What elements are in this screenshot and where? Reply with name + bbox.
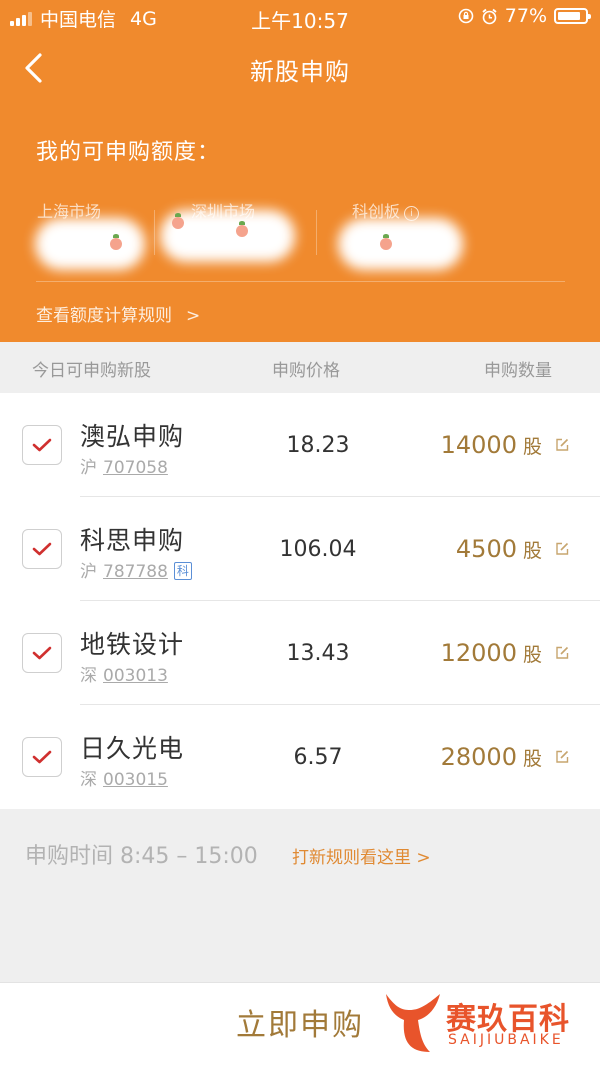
page-title: 新股申购 [250, 58, 350, 86]
stock-code-link[interactable]: 003015 [103, 770, 168, 790]
divider [316, 210, 317, 255]
redacted-quota-star [338, 218, 463, 270]
watermark-pinyin: SAIJIUBAIKE [448, 1032, 564, 1048]
stock-name: 科思申购 [80, 526, 185, 555]
stock-name: 日久光电 [80, 734, 185, 763]
edit-icon[interactable] [554, 645, 570, 661]
ipo-quantity[interactable]: 28000 股 [441, 743, 542, 771]
quota-rule-link[interactable]: 查看额度计算规则 > [36, 301, 200, 326]
ipo-quantity[interactable]: 14000 股 [441, 431, 542, 459]
chevron-right-icon: > [186, 306, 201, 326]
stock-name: 地铁设计 [80, 630, 185, 659]
subscription-time: 申购时间 8:45 – 15:00 [25, 844, 258, 869]
select-checkbox[interactable] [22, 529, 62, 569]
column-header-stock: 今日可申购新股 [32, 361, 151, 381]
stock-name: 澳弘申购 [80, 422, 185, 451]
ipo-price: 6.57 [293, 745, 343, 770]
ipo-quantity[interactable]: 12000 股 [441, 639, 542, 667]
ipo-row: 科思申购 沪 787788 科 106.04 4500 股 [0, 497, 600, 601]
stock-meta: 沪 707058 [80, 453, 168, 478]
column-header-quantity: 申购数量 [484, 361, 552, 381]
check-icon [32, 750, 52, 764]
battery-icon [554, 8, 591, 24]
market-tag: 深 [80, 666, 97, 686]
peach-sticker-icon [172, 213, 184, 229]
quantity-value: 14000 [440, 431, 517, 459]
quota-rule-link-label: 查看额度计算规则 [36, 306, 172, 326]
market-tag: 深 [80, 770, 97, 790]
divider [154, 210, 155, 255]
quantity-unit: 股 [522, 436, 542, 458]
stock-code-link[interactable]: 707058 [103, 458, 168, 478]
check-icon [32, 542, 52, 556]
redacted-quota-shanghai [35, 218, 145, 270]
ipo-list: 澳弘申购 沪 707058 18.23 14000 股 科思申购 沪 787788 科 … [0, 393, 600, 809]
divider [36, 281, 565, 282]
quantity-value: 4500 [455, 535, 517, 563]
peach-sticker-icon [380, 234, 392, 250]
ipo-row: 日久光电 深 003015 6.57 28000 股 [0, 705, 600, 809]
stock-meta: 深 003013 [80, 661, 168, 686]
peach-sticker-icon [110, 234, 122, 250]
ipo-price: 106.04 [279, 537, 357, 562]
select-checkbox[interactable] [22, 737, 62, 777]
peach-sticker-icon [236, 221, 248, 237]
quantity-unit: 股 [522, 748, 542, 770]
ipo-quantity[interactable]: 4500 股 [456, 535, 542, 563]
watermark-logo: 赛玖百科 SAIJIUBAIKE [382, 986, 592, 1062]
alarm-icon [482, 8, 497, 24]
ipo-row: 澳弘申购 沪 707058 18.23 14000 股 [0, 393, 600, 497]
market-tag: 沪 [80, 458, 97, 478]
quantity-unit: 股 [522, 540, 542, 562]
select-checkbox[interactable] [22, 633, 62, 673]
ipo-rule-link[interactable]: 打新规则看这里 > [292, 843, 431, 868]
ipo-price: 13.43 [286, 641, 350, 666]
stock-code-link[interactable]: 003013 [103, 666, 168, 686]
ipo-row: 地铁设计 深 003013 13.43 12000 股 [0, 601, 600, 705]
ipo-price: 18.23 [286, 433, 350, 458]
stock-meta: 深 003015 [80, 765, 168, 790]
apply-now-button[interactable]: 立即申购 [200, 983, 400, 1068]
header: 中国电信 4G 上午10:57 77% 新股申购 我的可申购额度： 上海市场 深… [0, 0, 600, 342]
rotation-lock-icon [458, 8, 474, 24]
quantity-unit: 股 [522, 644, 542, 666]
star-market-badge: 科 [173, 562, 192, 580]
select-checkbox[interactable] [22, 425, 62, 465]
check-icon [32, 438, 52, 452]
check-icon [32, 646, 52, 660]
quantity-value: 12000 [440, 639, 517, 667]
edit-icon[interactable] [554, 541, 570, 557]
edit-icon[interactable] [554, 437, 570, 453]
market-tag: 沪 [80, 562, 97, 582]
status-bar: 中国电信 4G 上午10:57 77% [0, 0, 600, 34]
stock-meta: 沪 787788 科 [80, 557, 192, 582]
quantity-value: 28000 [440, 743, 517, 771]
edit-icon[interactable] [554, 749, 570, 765]
column-header-price: 申购价格 [272, 361, 340, 381]
battery-percent: 77% [504, 5, 547, 27]
quota-title: 我的可申购额度： [36, 140, 221, 165]
whale-tail-icon [386, 994, 440, 1052]
stock-code-link[interactable]: 787788 [103, 562, 168, 582]
